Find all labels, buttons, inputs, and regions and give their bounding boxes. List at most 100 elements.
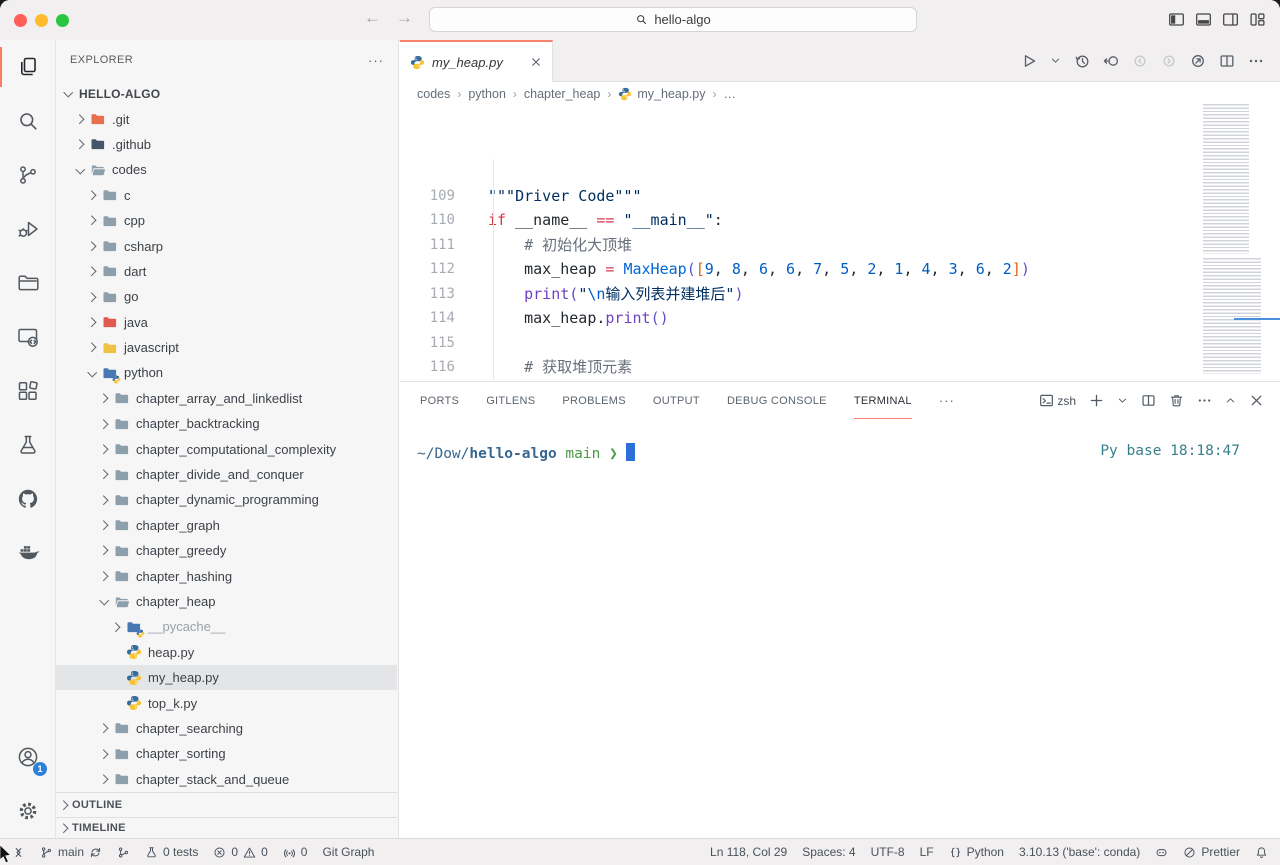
tree-item-chapter-hashing[interactable]: chapter_hashing [56,563,397,588]
tab-my-heap[interactable]: my_heap.py [400,40,553,82]
layout-left-toggle[interactable] [1168,11,1185,28]
panel-tab-output[interactable]: OUTPUT [653,382,700,419]
status-copilot[interactable] [1155,846,1168,859]
close-panel-button[interactable] [1249,393,1264,408]
status-eol[interactable]: LF [920,845,934,859]
split-editor-button[interactable] [1219,53,1235,69]
new-terminal-button[interactable] [1089,393,1104,408]
tree-item-chapter-divide-and-conquer[interactable]: chapter_divide_and_conquer [56,462,397,487]
activity-item-github[interactable] [0,472,55,526]
tree-item-chapter-heap[interactable]: chapter_heap [56,589,397,614]
back-icon[interactable]: ← [364,8,381,28]
tree-item-javascript[interactable]: javascript [56,335,397,360]
split-terminal-button[interactable] [1141,393,1156,408]
tree-item-cpp[interactable]: cpp [56,208,397,233]
breadcrumb-item[interactable]: chapter_heap [524,87,600,101]
tree-item-java[interactable]: java [56,310,397,335]
more-actions-button[interactable] [1248,53,1264,69]
status-problems[interactable]: 00 [213,845,267,859]
tree-item--github[interactable]: .github [56,132,397,157]
tree-item--pycache-[interactable]: __pycache__ [56,614,397,639]
layout-bottom-toggle[interactable] [1195,11,1212,28]
tree-item-chapter-dynamic-programming[interactable]: chapter_dynamic_programming [56,487,397,512]
tree-item-chapter-greedy[interactable]: chapter_greedy [56,538,397,563]
tree-item-codes[interactable]: codes [56,157,397,182]
section-outline[interactable]: OUTLINE [56,792,397,817]
maximize-panel-button[interactable] [1225,395,1236,406]
tree-item-chapter-stack-and-queue[interactable]: chapter_stack_and_queue [56,767,397,792]
launch-profile-button[interactable] [1117,395,1128,406]
tree-item-dart[interactable]: dart [56,259,397,284]
tree-item-chapter-searching[interactable]: chapter_searching [56,716,397,741]
status-git-graph-view[interactable] [117,846,130,859]
tree-root-hello-algo[interactable]: HELLO-ALGO [56,81,397,106]
activity-item-settings[interactable] [0,784,55,838]
tree-item-top-k-py[interactable]: top_k.py [56,690,397,715]
panel-tab-terminal[interactable]: TERMINAL [854,382,912,419]
section-timeline[interactable]: TIMELINE [56,817,397,838]
tree-item-go[interactable]: go [56,284,397,309]
run-button[interactable] [1021,53,1037,69]
activity-item-run-debug[interactable] [0,202,55,256]
panel-tab-problems[interactable]: PROBLEMS [562,382,626,419]
activity-item-search[interactable] [0,94,55,148]
tree-item-chapter-sorting[interactable]: chapter_sorting [56,741,397,766]
tree-item-my-heap-py[interactable]: my_heap.py [56,665,397,690]
code-editor[interactable]: 109"""Driver Code"""110if __name__ == "_… [400,106,1280,385]
activity-item-source-control[interactable] [0,148,55,202]
status-git-graph[interactable]: Git Graph [322,845,374,859]
tree-item-chapter-array-and-linkedlist[interactable]: chapter_array_and_linkedlist [56,386,397,411]
breadcrumb-item[interactable]: my_heap.py [618,87,705,101]
status-feedback[interactable]: 0 [283,845,308,859]
status-git-branch[interactable]: main [40,845,102,859]
file-history-button[interactable] [1074,53,1090,69]
tree-item-python[interactable]: python [56,360,397,385]
panel-more-button[interactable] [1197,393,1212,408]
activity-item-docker[interactable] [0,526,55,580]
panel-tab-debug-console[interactable]: DEBUG CONSOLE [727,382,827,419]
close-window-button[interactable] [14,14,27,27]
layout-right-toggle[interactable] [1222,11,1239,28]
activity-item-testing[interactable] [0,418,55,472]
breadcrumb-item[interactable]: codes [417,87,450,101]
tree-item-c[interactable]: c [56,183,397,208]
breadcrumb-item[interactable]: python [468,87,506,101]
layout-grid-toggle[interactable] [1249,11,1266,28]
sidebar-more-actions[interactable]: ··· [368,53,384,68]
status-notifications[interactable] [1255,846,1268,859]
tree-item-csharp[interactable]: csharp [56,233,397,258]
tree-item-chapter-graph[interactable]: chapter_graph [56,513,397,538]
command-center[interactable]: hello-algo [429,7,917,32]
status-indentation[interactable]: Spaces: 4 [802,845,855,859]
activity-item-extensions[interactable] [0,364,55,418]
run-dropdown-button[interactable] [1050,55,1061,66]
minimize-window-button[interactable] [35,14,48,27]
status-python-interpreter[interactable]: 3.10.13 ('base': conda) [1019,845,1140,859]
shell-select-button[interactable]: zsh [1039,393,1076,408]
breadcrumb-item[interactable]: … [723,87,736,101]
open-graph-button[interactable] [1190,53,1206,69]
close-tab-icon[interactable] [530,56,542,68]
minimap[interactable] [1197,102,1275,378]
tree-item-heap-py[interactable]: heap.py [56,640,397,665]
panel-tab-ports[interactable]: PORTS [420,382,459,419]
zoom-window-button[interactable] [56,14,69,27]
tree-item--git[interactable]: .git [56,106,397,131]
kill-terminal-button[interactable] [1169,393,1184,408]
status-encoding[interactable]: UTF-8 [871,845,905,859]
activity-item-remote-explorer[interactable] [0,310,55,364]
status-remote-indicator[interactable] [12,846,25,859]
status-cursor-position[interactable]: Ln 118, Col 29 [710,845,787,859]
tree-item-chapter-computational-complexity[interactable]: chapter_computational_complexity [56,436,397,461]
status-language-mode[interactable]: Python [949,845,1004,859]
activity-item-project-manager[interactable] [0,256,55,310]
tree-item-chapter-backtracking[interactable]: chapter_backtracking [56,411,397,436]
panel-tabs-more[interactable]: ··· [939,393,955,408]
forward-icon[interactable]: → [396,8,413,28]
panel-tab-gitlens[interactable]: GITLENS [486,382,535,419]
status-tests[interactable]: 0 tests [145,845,198,859]
status-prettier[interactable]: Prettier [1183,845,1240,859]
activity-item-accounts[interactable]: 1 [0,730,55,784]
terminal[interactable]: ~/Dow/hello-algo main ❯ Py base 18:18:47 [400,419,1280,462]
activity-item-explorer[interactable] [0,40,55,94]
